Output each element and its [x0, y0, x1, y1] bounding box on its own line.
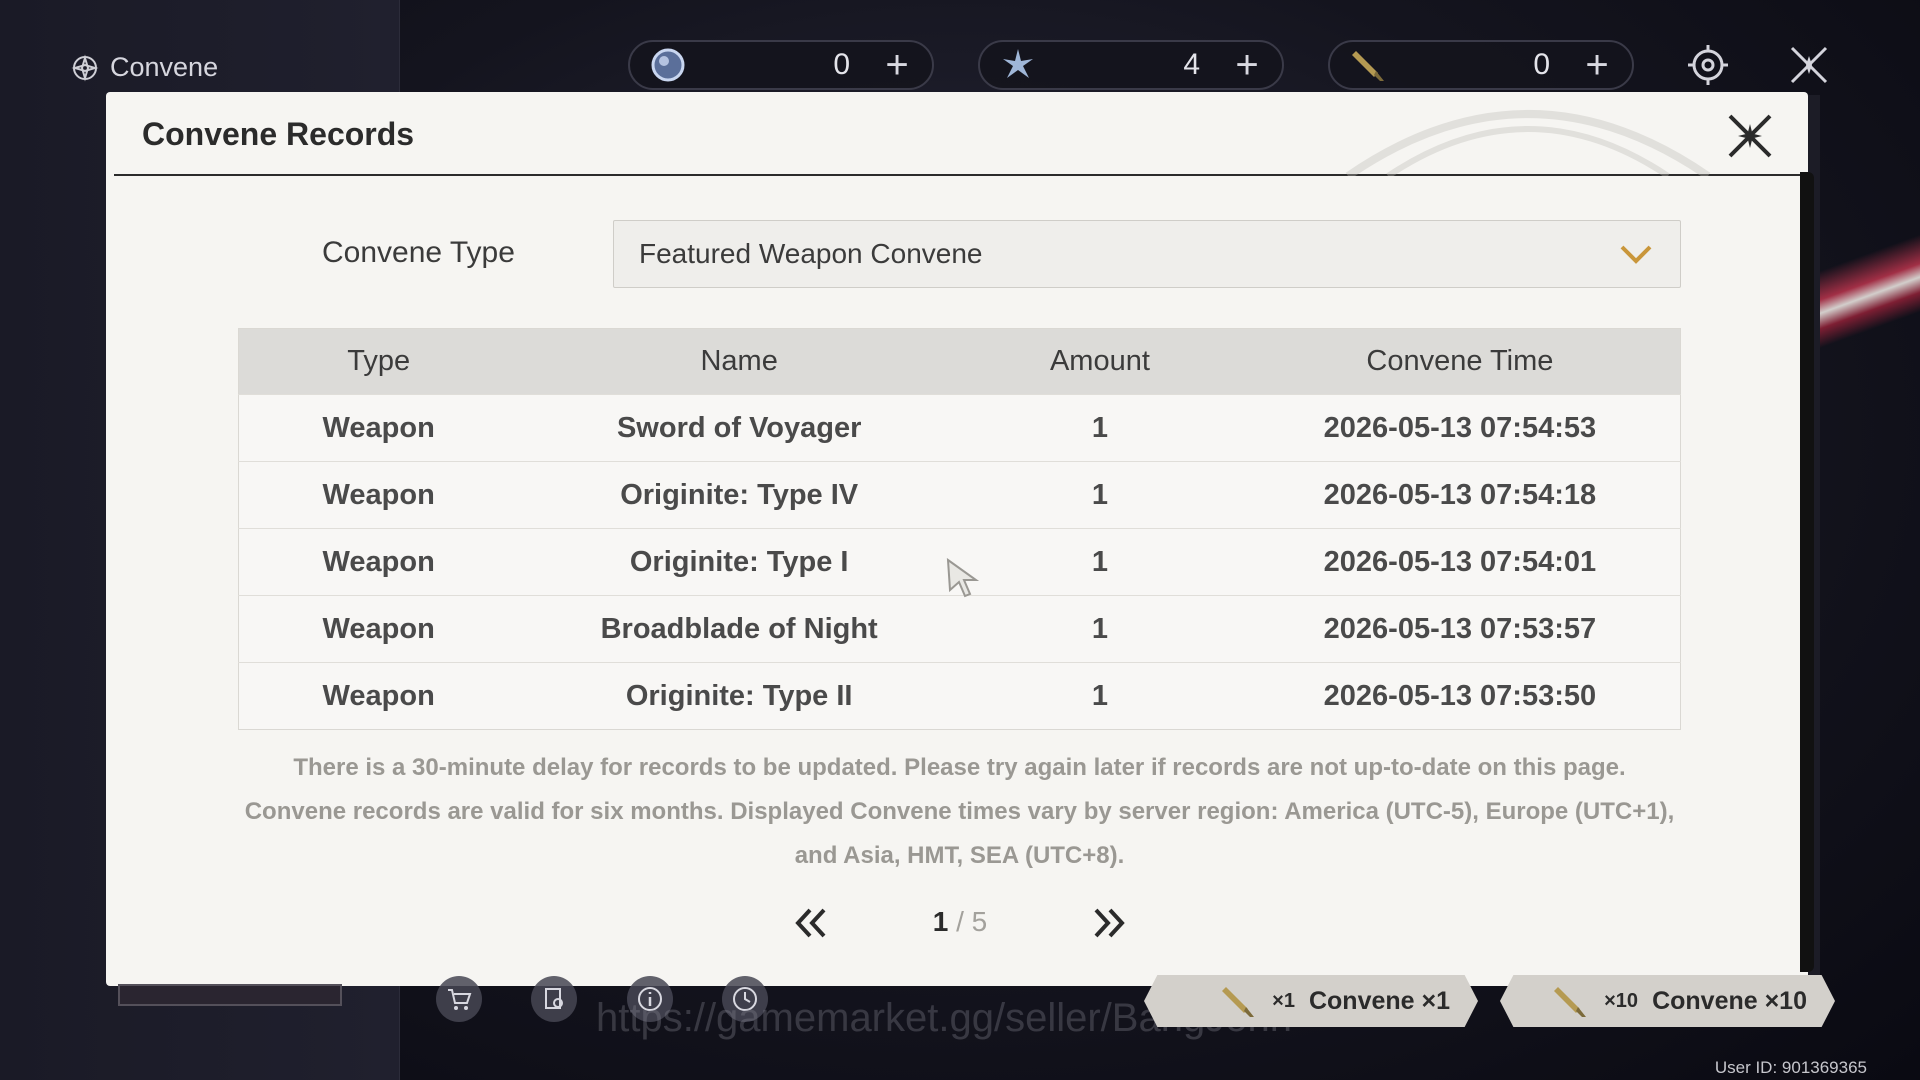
dialog-edge-decoration: [1800, 172, 1814, 972]
forging-tide-icon: [1554, 987, 1587, 1017]
currency-radiant-tide: 4 +: [978, 40, 1284, 90]
cell-type: Weapon: [238, 394, 519, 462]
cell-type: Weapon: [238, 461, 519, 529]
cell-type: Weapon: [238, 662, 519, 730]
details-button[interactable]: [531, 976, 577, 1022]
forging-tide-icon: [1352, 51, 1384, 81]
add-radiant-tide-button[interactable]: +: [1222, 45, 1272, 85]
astrite-orb-icon: [651, 48, 685, 82]
table-row: Weapon Sword of Voyager 1 2026-05-13 07:…: [238, 394, 1681, 462]
convene-x10-button[interactable]: ×10 Convene ×10: [1500, 975, 1835, 1027]
column-header-name: Name: [518, 328, 961, 395]
column-header-type: Type: [238, 328, 519, 395]
shopping-cart-icon: [448, 989, 472, 1010]
table-row: Weapon Originite: Type II 1 2026-05-13 0…: [238, 662, 1681, 730]
convene-title: Convene: [70, 52, 218, 83]
dialog-title: Convene Records: [142, 116, 415, 152]
convene-x10-label: Convene ×10: [1652, 986, 1807, 1015]
cell-amount: 1: [960, 461, 1240, 529]
convene-records-dialog: Convene Records Convene Type Featured We…: [106, 92, 1814, 986]
column-header-amount: Amount: [960, 328, 1240, 395]
mouse-cursor-icon: [946, 558, 980, 598]
page-separator: /: [948, 906, 972, 937]
cell-convene-time: 2026-05-13 07:53:50: [1239, 662, 1681, 730]
convene-type-label: Convene Type: [322, 236, 515, 269]
cell-name: Sword of Voyager: [518, 394, 961, 462]
convene-type-dropdown[interactable]: Featured Weapon Convene: [613, 220, 1681, 288]
shop-cart-button[interactable]: [436, 976, 482, 1022]
convene-x1-cost: ×1: [1272, 989, 1295, 1012]
cell-type: Weapon: [238, 595, 519, 663]
cell-name: Broadblade of Night: [518, 595, 961, 663]
chevron-down-icon: [1620, 245, 1652, 264]
cell-amount: 1: [960, 528, 1240, 596]
currency-forging-tide: 0 +: [1328, 40, 1634, 90]
user-id-label: User ID: 901369365: [1714, 1058, 1867, 1077]
convene-type-value: Featured Weapon Convene: [639, 238, 983, 269]
cell-name: Originite: Type II: [518, 662, 961, 730]
radiant-tide-amount: 4: [1183, 48, 1200, 81]
add-forging-tide-button[interactable]: +: [1572, 45, 1622, 85]
banner-thumbnail[interactable]: [118, 984, 342, 1006]
cell-convene-time: 2026-05-13 07:54:18: [1239, 461, 1681, 529]
current-page: 1: [932, 906, 949, 937]
total-pages: 5: [971, 906, 988, 937]
document-search-icon: [545, 988, 563, 1009]
currency-astrite: 0 +: [628, 40, 934, 90]
forging-tide-icon: [1222, 987, 1255, 1017]
records-notice: There is a 30-minute delay for records t…: [238, 746, 1681, 878]
dialog-header: Convene Records: [114, 92, 1808, 176]
astrite-amount: 0: [833, 48, 850, 81]
page-indicator: 1 / 5: [910, 906, 1010, 938]
previous-page-icon[interactable]: [790, 906, 830, 940]
convene-emblem-icon: [71, 54, 99, 81]
cell-amount: 1: [960, 394, 1240, 462]
add-astrite-button[interactable]: +: [872, 45, 922, 85]
radiant-tide-icon: [1003, 49, 1033, 78]
convene-x1-button[interactable]: ×1 Convene ×1: [1144, 975, 1478, 1027]
notice-line: There is a 30-minute delay for records t…: [293, 754, 1626, 781]
notice-line: and Asia, HMT, SEA (UTC+8).: [794, 842, 1125, 869]
records-table: Type Name Amount Convene Time Weapon Swo…: [238, 328, 1681, 730]
cell-name: Originite: Type IV: [518, 461, 961, 529]
close-icon[interactable]: [1722, 108, 1778, 164]
next-page-icon[interactable]: [1090, 906, 1130, 940]
cell-convene-time: 2026-05-13 07:54:01: [1239, 528, 1681, 596]
convene-title-text: Convene: [110, 52, 219, 82]
table-row: Weapon Broadblade of Night 1 2026-05-13 …: [238, 595, 1681, 663]
settings-gear-icon[interactable]: [1685, 42, 1731, 88]
cell-convene-time: 2026-05-13 07:54:53: [1239, 394, 1681, 462]
table-header-row: Type Name Amount Convene Time: [238, 328, 1681, 395]
cell-amount: 1: [960, 595, 1240, 663]
cell-type: Weapon: [238, 528, 519, 596]
header-decoration: [1345, 110, 1711, 176]
convene-x1-label: Convene ×1: [1308, 986, 1450, 1015]
notice-line: Convene records are valid for six months…: [244, 798, 1675, 825]
cell-name: Originite: Type I: [518, 528, 961, 596]
cell-convene-time: 2026-05-13 07:53:57: [1239, 595, 1681, 663]
convene-x10-cost: ×10: [1604, 989, 1639, 1012]
exit-close-icon[interactable]: [1786, 42, 1832, 88]
forging-tide-amount: 0: [1533, 48, 1550, 81]
cell-amount: 1: [960, 662, 1240, 730]
column-header-convene-time: Convene Time: [1239, 328, 1681, 395]
table-row: Weapon Originite: Type IV 1 2026-05-13 0…: [238, 461, 1681, 529]
